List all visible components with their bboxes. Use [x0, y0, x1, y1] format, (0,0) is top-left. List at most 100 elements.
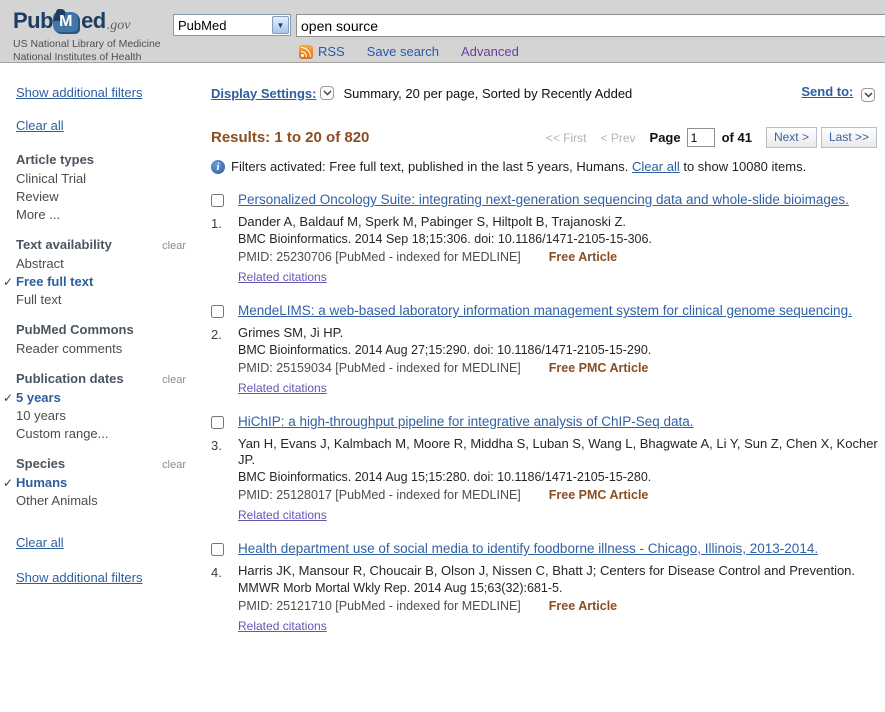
result-item-3: 3. HiChIP: a high-throughput pipeline fo…	[211, 413, 885, 524]
result-checkbox[interactable]	[211, 305, 224, 318]
result-meta: PMID: 25159034 [PubMed - indexed for MED…	[238, 361, 883, 376]
result-checkbox[interactable]	[211, 194, 224, 207]
filter-group-title: Publication dates	[16, 371, 124, 386]
result-meta: PMID: 25230706 [PubMed - indexed for MED…	[238, 250, 883, 265]
display-settings-dropdown-icon[interactable]	[320, 86, 334, 100]
free-article-badge: Free Article	[549, 599, 617, 613]
info-icon: i	[211, 160, 225, 174]
result-meta: PMID: 25121710 [PubMed - indexed for MED…	[238, 599, 883, 614]
result-checkbox[interactable]	[211, 543, 224, 556]
pagination: << First < Prev Page of 41 Next > Last >…	[546, 127, 877, 148]
filter-group-title: Article types	[16, 152, 94, 167]
related-citations-link[interactable]: Related citations	[238, 270, 327, 284]
first-page-link: << First	[546, 131, 587, 145]
result-item-2: 2. MendeLIMS: a web-based laboratory inf…	[211, 302, 885, 397]
rss-link[interactable]: RSS	[318, 44, 345, 59]
advanced-link[interactable]: Advanced	[461, 44, 519, 59]
last-page-button[interactable]: Last >>	[821, 127, 877, 148]
notice-text: Filters activated: Free full text, publi…	[231, 159, 806, 174]
logo-text-pub: Pub	[13, 8, 53, 34]
result-title-link[interactable]: MendeLIMS: a web-based laboratory inform…	[238, 303, 852, 318]
check-icon: ✓	[3, 273, 13, 291]
logo-tagline: US National Library of Medicine National…	[13, 38, 161, 64]
filters-activated-notice: i Filters activated: Free full text, pub…	[211, 159, 885, 174]
filter-item-10-years[interactable]: 10 years	[16, 407, 200, 425]
notice-clear-all-link[interactable]: Clear all	[632, 159, 680, 174]
result-number: 1.	[211, 216, 238, 231]
related-citations-link[interactable]: Related citations	[238, 619, 327, 633]
display-summary-text: Summary, 20 per page, Sorted by Recently…	[343, 86, 632, 101]
clear-filter-link[interactable]: clear	[162, 240, 186, 252]
result-checkbox[interactable]	[211, 416, 224, 429]
book-icon: M	[53, 12, 80, 34]
filter-item-free-full-text[interactable]: ✓Free full text	[16, 273, 200, 291]
tagline-line1: US National Library of Medicine	[13, 38, 161, 51]
header-links: RSS Save search Advanced	[299, 44, 541, 59]
result-source: BMC Bioinformatics. 2014 Aug 15;15:280. …	[238, 470, 883, 485]
results-count-title: Results: 1 to 20 of 820	[211, 129, 369, 146]
filter-group-title: PubMed Commons	[16, 322, 134, 337]
filter-group-pubmed-commons: PubMed Commons Reader comments	[16, 322, 200, 358]
filter-item-humans[interactable]: ✓Humans	[16, 474, 200, 492]
page-number-input[interactable]	[687, 128, 715, 147]
result-source: BMC Bioinformatics. 2014 Aug 27;15:290. …	[238, 343, 883, 358]
result-title-link[interactable]: Health department use of social media to…	[238, 541, 818, 556]
result-item-4: 4. Health department use of social media…	[211, 540, 885, 635]
send-to-link[interactable]: Send to:	[801, 84, 853, 99]
result-title-link[interactable]: HiChIP: a high-throughput pipeline for i…	[238, 414, 694, 429]
combo-arrow-icon[interactable]: ▼	[272, 16, 289, 34]
filter-group-title: Species	[16, 456, 65, 471]
filter-item-abstract[interactable]: Abstract	[16, 255, 200, 273]
related-citations-link[interactable]: Related citations	[238, 381, 327, 395]
result-number: 2.	[211, 327, 238, 342]
filter-item-other-animals[interactable]: Other Animals	[16, 492, 200, 510]
results-list: 1. Personalized Oncology Suite: integrat…	[211, 191, 885, 635]
rss-icon[interactable]	[299, 45, 313, 59]
result-authors: Dander A, Baldauf M, Sperk M, Pabinger S…	[238, 214, 883, 230]
clear-filter-link[interactable]: clear	[162, 374, 186, 386]
related-citations-link[interactable]: Related citations	[238, 508, 327, 522]
search-input[interactable]	[296, 14, 885, 37]
filter-item-more[interactable]: More ...	[16, 206, 200, 224]
clear-filter-link[interactable]: clear	[162, 459, 186, 471]
pubmed-logo[interactable]: Pub M ed .gov US National Library of Med…	[13, 8, 161, 64]
results-header: Results: 1 to 20 of 820 << First < Prev …	[211, 127, 885, 148]
database-select[interactable]: PubMed ▼	[173, 14, 291, 36]
filter-item-5-years[interactable]: ✓5 years	[16, 389, 200, 407]
header: Pub M ed .gov US National Library of Med…	[0, 0, 885, 63]
result-source: BMC Bioinformatics. 2014 Sep 18;15:306. …	[238, 232, 883, 247]
filter-group-species: Species clear ✓Humans Other Animals	[16, 456, 200, 510]
clear-all-link-top[interactable]: Clear all	[16, 118, 64, 133]
logo-text-m: M	[59, 13, 72, 31]
page-of-label: of 41	[722, 130, 752, 145]
database-select-value: PubMed	[174, 18, 226, 33]
result-item-1: 1. Personalized Oncology Suite: integrat…	[211, 191, 885, 286]
free-article-badge: Free PMC Article	[549, 488, 649, 502]
show-additional-filters-link-top[interactable]: Show additional filters	[16, 85, 142, 100]
display-settings-link[interactable]: Display Settings:	[211, 86, 316, 101]
filter-group-text-availability: Text availability clear Abstract ✓Free f…	[16, 237, 200, 309]
save-search-link[interactable]: Save search	[367, 44, 439, 59]
filter-item-clinical-trial[interactable]: Clinical Trial	[16, 170, 200, 188]
filter-item-reader-comments[interactable]: Reader comments	[16, 340, 200, 358]
result-meta: PMID: 25128017 [PubMed - indexed for MED…	[238, 488, 883, 503]
filters-sidebar: Show additional filters Clear all Articl…	[0, 63, 200, 587]
check-icon: ✓	[3, 474, 13, 492]
send-to-dropdown-icon[interactable]	[861, 88, 875, 102]
logo-text-ed: ed	[81, 8, 106, 34]
page-label: Page	[650, 130, 681, 145]
filter-item-custom-range[interactable]: Custom range...	[16, 425, 200, 443]
result-authors: Yan H, Evans J, Kalmbach M, Moore R, Mid…	[238, 436, 883, 468]
free-article-badge: Free PMC Article	[549, 361, 649, 375]
check-icon: ✓	[3, 389, 13, 407]
show-additional-filters-link-bottom[interactable]: Show additional filters	[16, 570, 142, 585]
filter-item-review[interactable]: Review	[16, 188, 200, 206]
filter-group-article-types: Article types Clinical Trial Review More…	[16, 152, 200, 224]
result-source: MMWR Morb Mortal Wkly Rep. 2014 Aug 15;6…	[238, 581, 883, 596]
filter-item-full-text[interactable]: Full text	[16, 291, 200, 309]
clear-all-link-bottom[interactable]: Clear all	[16, 535, 64, 550]
result-title-link[interactable]: Personalized Oncology Suite: integrating…	[238, 192, 849, 207]
prev-page-link: < Prev	[601, 131, 636, 145]
filter-group-publication-dates: Publication dates clear ✓5 years 10 year…	[16, 371, 200, 443]
next-page-button[interactable]: Next >	[766, 127, 817, 148]
